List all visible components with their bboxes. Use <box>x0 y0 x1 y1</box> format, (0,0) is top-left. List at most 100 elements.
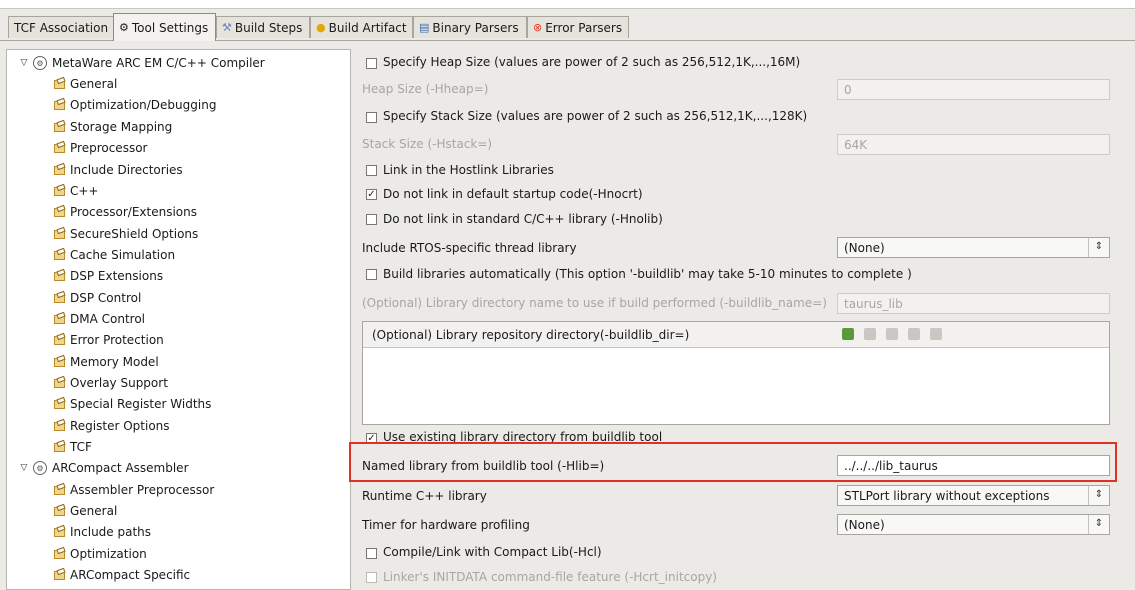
tree-item-secureshield[interactable]: SecureShield Options <box>53 224 198 244</box>
tree-item-cpp[interactable]: C++ <box>53 181 99 201</box>
stack-size-label: Stack Size (-Hstack=) <box>362 137 493 151</box>
compact-lib-label: Compile/Link with Compact Lib(-Hcl) <box>383 545 602 559</box>
page-icon <box>53 569 67 581</box>
nocrt-checkbox[interactable]: ✓ <box>366 189 377 200</box>
page-icon <box>53 420 67 432</box>
tree-item-assembler[interactable]: ▽ ⚙ ARCompact Assembler <box>19 458 189 478</box>
page-icon <box>53 356 67 368</box>
move-down-icon[interactable] <box>930 328 942 340</box>
timer-label: Timer for hardware profiling <box>362 518 530 532</box>
tree-label: Processor/Extensions <box>70 205 198 219</box>
timer-select[interactable]: (None) ⇕ <box>837 514 1110 535</box>
tab-tcf-association[interactable]: TCF Association <box>8 16 114 38</box>
page-icon <box>53 206 67 218</box>
tree-item-dsp-extensions[interactable]: DSP Extensions <box>53 266 163 286</box>
stack-size-checkbox[interactable] <box>366 112 377 123</box>
initdata-checkbox[interactable] <box>366 572 377 583</box>
buildlib-checkbox[interactable] <box>366 269 377 280</box>
page-icon <box>53 505 67 517</box>
tree-item-tcf[interactable]: TCF <box>53 437 92 457</box>
runtime-select[interactable]: STLPort library without exceptions ⇕ <box>837 485 1110 506</box>
build-steps-icon: ⚒ <box>222 21 232 34</box>
named-lib-label: Named library from buildlib tool (-Hlib=… <box>362 459 605 473</box>
hostlink-label: Link in the Hostlink Libraries <box>383 163 554 177</box>
named-lib-input[interactable]: ../../../lib_taurus <box>837 455 1110 476</box>
tree-item-overlay-support[interactable]: Overlay Support <box>53 373 168 393</box>
tab-label: TCF Association <box>14 20 109 35</box>
tree-item-special-register-widths[interactable]: Special Register Widths <box>53 394 211 414</box>
add-icon[interactable] <box>842 328 854 340</box>
tree-label: Cache Simulation <box>70 248 176 262</box>
artifact-icon: ● <box>316 21 326 34</box>
tree-item-compiler[interactable]: ▽ ⚙ MetaWare ARC EM C/C++ Compiler <box>19 53 265 73</box>
tree-label: General <box>70 77 118 91</box>
tree-item-optimization[interactable]: Optimization <box>53 544 147 564</box>
tree-item-asm-general[interactable]: General <box>53 501 117 521</box>
tree-item-processor-extensions[interactable]: Processor/Extensions <box>53 202 197 222</box>
tab-build-artifact[interactable]: ● Build Artifact <box>310 16 413 38</box>
tab-binary-parsers[interactable]: ▤ Binary Parsers <box>413 16 527 38</box>
tree-item-assembler-preprocessor[interactable]: Assembler Preprocessor <box>53 480 214 500</box>
stack-size-checkbox-label: Specify Stack Size (values are power of … <box>383 109 808 123</box>
rtos-label: Include RTOS-specific thread library <box>362 241 577 255</box>
heap-size-input[interactable]: 0 <box>837 79 1110 100</box>
timer-value: (None) <box>844 517 885 532</box>
runtime-label: Runtime C++ library <box>362 489 487 503</box>
tab-error-parsers[interactable]: ⊗ Error Parsers <box>527 16 629 38</box>
tree-label: Overlay Support <box>70 376 168 390</box>
page-icon <box>53 292 67 304</box>
nolib-checkbox[interactable] <box>366 214 377 225</box>
tree-item-optimization-debugging[interactable]: Optimization/Debugging <box>53 95 216 115</box>
use-existing-checkbox[interactable]: ✓ <box>366 433 377 444</box>
tree-item-dma-control[interactable]: DMA Control <box>53 309 145 329</box>
tab-label: Tool Settings <box>131 20 209 35</box>
repo-dir-label: (Optional) Library repository directory(… <box>372 328 690 342</box>
tree-label: DSP Extensions <box>70 269 164 283</box>
buildlib-name-input[interactable]: taurus_lib <box>837 293 1110 314</box>
move-up-icon[interactable] <box>908 328 920 340</box>
tree-item-general[interactable]: General <box>53 74 117 94</box>
tree-item-preprocessor[interactable]: Preprocessor <box>53 138 147 158</box>
spinner-arrows-icon: ⇕ <box>1088 515 1109 534</box>
tree-item-error-protection[interactable]: Error Protection <box>53 330 164 350</box>
buildlib-name-label: (Optional) Library directory name to use… <box>362 296 827 310</box>
delete-icon[interactable] <box>864 328 876 340</box>
tree-label: Include Directories <box>70 163 183 177</box>
tab-label: Error Parsers <box>545 20 623 35</box>
tree-item-storage-mapping[interactable]: Storage Mapping <box>53 117 172 137</box>
tree-label: Optimization <box>70 547 147 561</box>
expand-icon[interactable]: ▽ <box>19 463 29 473</box>
tree-label: C++ <box>70 184 99 198</box>
repo-dir-list[interactable]: (Optional) Library repository directory(… <box>362 321 1110 425</box>
compact-lib-checkbox[interactable] <box>366 548 377 559</box>
rtos-select[interactable]: (None) ⇕ <box>837 237 1110 258</box>
tree-item-arcompact-specific[interactable]: ARCompact Specific <box>53 565 190 585</box>
tree-item-dsp-control[interactable]: DSP Control <box>53 288 141 308</box>
buildlib-label: Build libraries automatically (This opti… <box>383 267 912 281</box>
tree-label: SecureShield Options <box>70 227 199 241</box>
gear-icon: ⚙ <box>119 21 129 34</box>
error-icon: ⊗ <box>533 21 543 34</box>
tree-item-include-paths[interactable]: Include paths <box>53 522 151 542</box>
tree-item-include-directories[interactable]: Include Directories <box>53 160 183 180</box>
use-existing-label: Use existing library directory from buil… <box>383 430 663 444</box>
page-icon <box>53 185 67 197</box>
tool-icon: ⚙ <box>33 461 47 475</box>
heap-size-checkbox[interactable] <box>366 58 377 69</box>
edit-icon[interactable] <box>886 328 898 340</box>
tree-label: Error Protection <box>70 333 164 347</box>
tree-item-memory-model[interactable]: Memory Model <box>53 352 159 372</box>
tool-tree[interactable]: ▽ ⚙ MetaWare ARC EM C/C++ Compiler General… <box>6 49 351 590</box>
stack-size-input[interactable]: 64K <box>837 134 1110 155</box>
page-icon <box>53 377 67 389</box>
heap-size-checkbox-label: Specify Heap Size (values are power of 2… <box>383 55 801 69</box>
tab-tool-settings[interactable]: ⚙ Tool Settings <box>113 13 216 41</box>
tree-item-cache-simulation[interactable]: Cache Simulation <box>53 245 175 265</box>
tree-label: Memory Model <box>70 355 159 369</box>
hostlink-checkbox[interactable] <box>366 165 377 176</box>
tab-label: Build Steps <box>234 20 303 35</box>
expand-icon[interactable]: ▽ <box>19 58 29 68</box>
tree-item-register-options[interactable]: Register Options <box>53 416 170 436</box>
tab-build-steps[interactable]: ⚒ Build Steps <box>216 16 310 38</box>
runtime-value: STLPort library without exceptions <box>844 488 1050 503</box>
